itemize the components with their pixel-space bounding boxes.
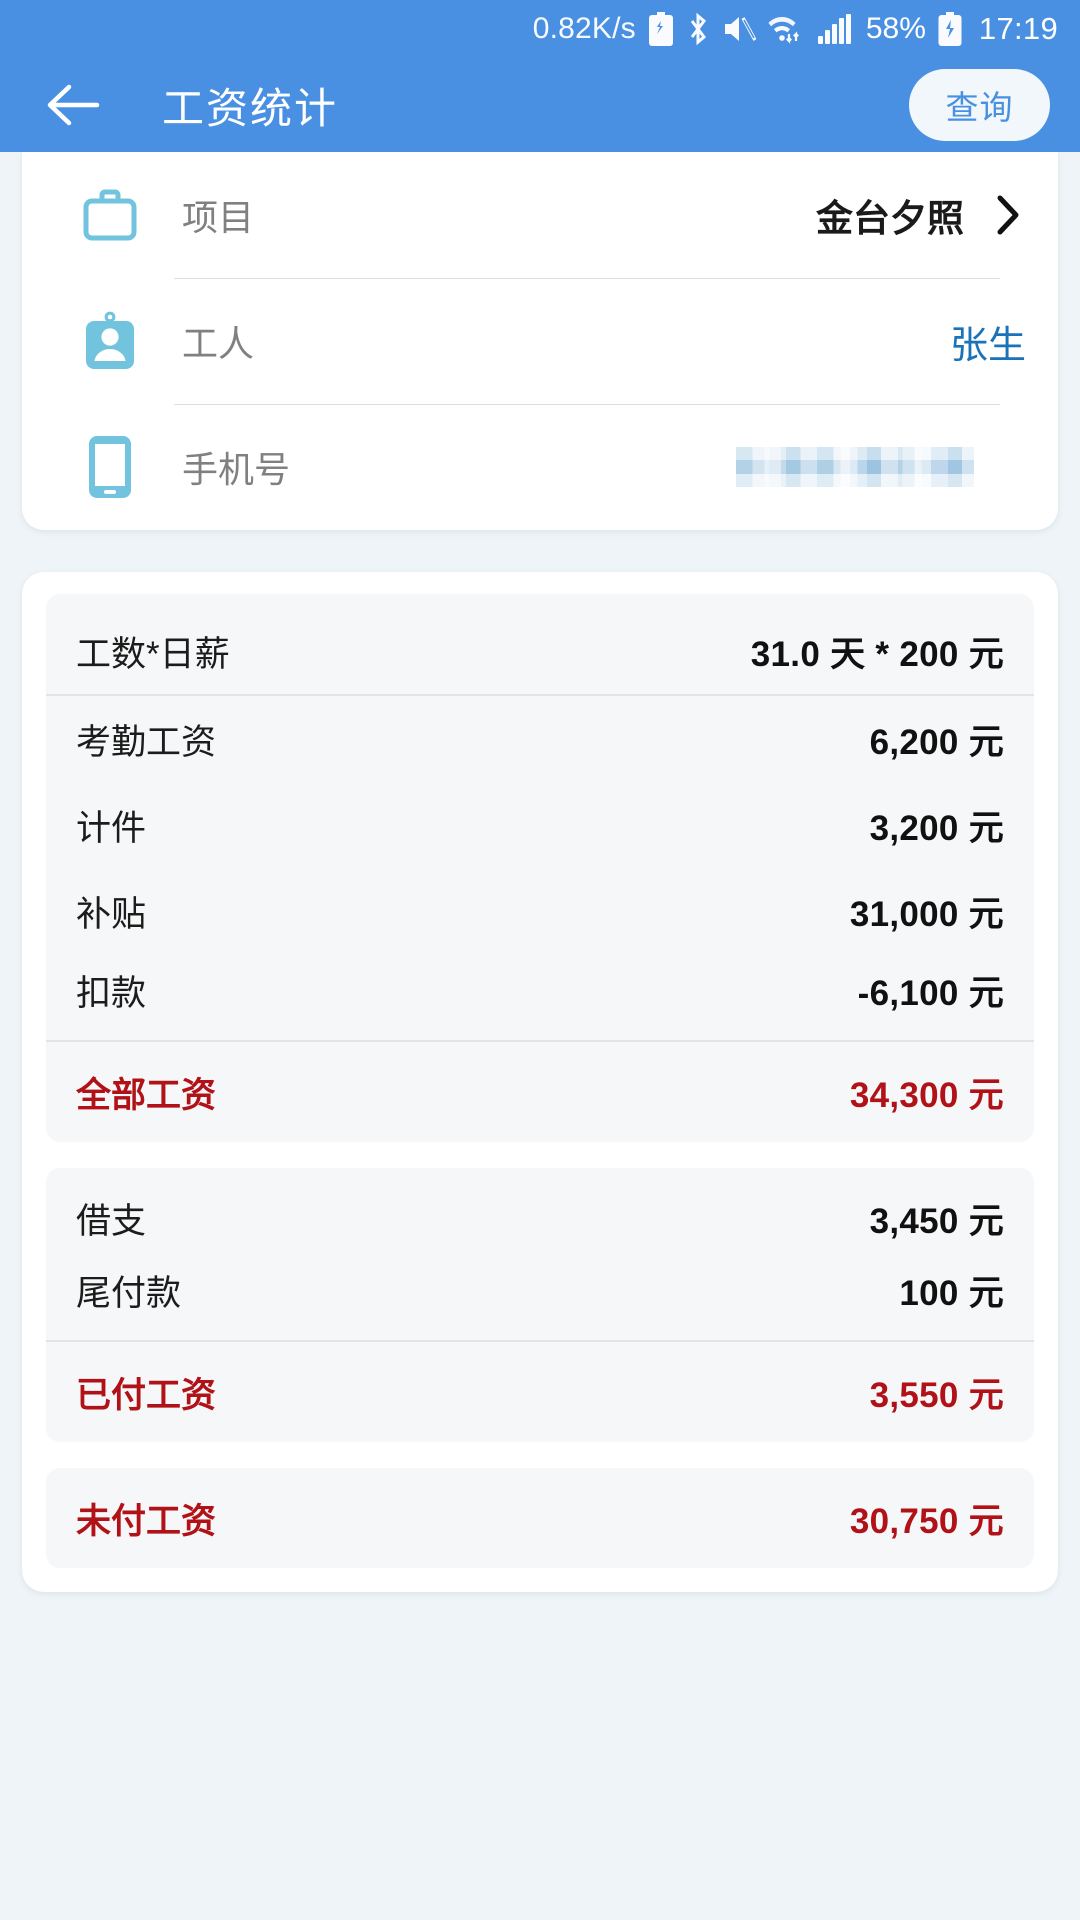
salary-block-paid: 借支 3,450 元 尾付款 100 元 已付工资 3,550 元 [46,1168,1034,1442]
advance-label: 借支 [76,1201,147,1241]
unpaid-salary-label: 未付工资 [76,1501,217,1541]
total-salary-value: 34,300 元 [849,1075,1004,1115]
status-bar: 0.82K/s 58% 17:19 [0,0,1080,58]
subsidy-row: 补贴 31,000 元 [46,868,1034,954]
paid-salary-label: 已付工资 [76,1375,217,1415]
workdays-rate-label: 工数*日薪 [76,634,230,674]
back-arrow-icon[interactable] [44,76,102,134]
briefcase-icon [74,187,146,243]
workdays-rate-value: 31.0 天 * 200 元 [750,634,1004,674]
subsidy-value: 31,000 元 [849,894,1004,934]
app-bar: 工资统计 查询 [0,58,1080,152]
deduction-label: 扣款 [76,973,147,1013]
deduction-row: 扣款 -6,100 元 [46,954,1034,1040]
network-speed-label: 0.82K/s [532,12,636,45]
unpaid-salary-value: 30,750 元 [849,1501,1004,1541]
battery-charging-icon [938,12,962,46]
query-button[interactable]: 查询 [909,69,1050,141]
total-salary-row: 全部工资 34,300 元 [46,1042,1034,1142]
total-salary-label: 全部工资 [76,1075,217,1115]
project-value: 金台夕照 [816,198,964,239]
piecework-label: 计件 [76,808,147,848]
worker-row[interactable]: 工人 张生 [50,278,1030,404]
worker-info-card: 项目 金台夕照 工人 张生 手机号 [22,152,1058,530]
clock-label: 17:19 [978,11,1058,46]
final-payment-label: 尾付款 [76,1273,182,1313]
wifi-icon [768,13,806,45]
salary-block-unpaid: 未付工资 30,750 元 [46,1468,1034,1568]
attendance-salary-label: 考勤工资 [76,722,217,762]
advance-row: 借支 3,450 元 [46,1168,1034,1254]
phone-row[interactable]: 手机号 [50,404,1030,530]
phone-value-redacted [736,447,974,487]
unpaid-salary-row: 未付工资 30,750 元 [46,1468,1034,1568]
workdays-rate-row: 工数*日薪 31.0 天 * 200 元 [46,594,1034,694]
project-label: 项目 [182,197,255,238]
content-scroll-area[interactable]: 项目 金台夕照 工人 张生 手机号 工数*日薪 31.0 天 * 200 元 考… [0,152,1080,1920]
attendance-salary-row: 考勤工资 6,200 元 [46,696,1034,782]
final-payment-row: 尾付款 100 元 [46,1254,1034,1340]
salary-stats-card: 工数*日薪 31.0 天 * 200 元 考勤工资 6,200 元 计件 3,2… [22,572,1058,1592]
piecework-row: 计件 3,200 元 [46,782,1034,868]
final-payment-value: 100 元 [899,1273,1004,1313]
project-row[interactable]: 项目 金台夕照 [50,152,1030,278]
id-badge-icon [74,311,146,371]
page-title: 工资统计 [162,84,339,132]
chevron-right-icon[interactable] [986,194,1030,236]
mute-icon [722,13,756,45]
phone-label: 手机号 [182,449,291,490]
paid-salary-value: 3,550 元 [869,1375,1004,1415]
advance-value: 3,450 元 [869,1201,1004,1241]
worker-value[interactable]: 张生 [950,314,1026,369]
bluetooth-icon [686,12,710,46]
deduction-value: -6,100 元 [857,973,1004,1013]
phone-icon [74,434,146,500]
piecework-value: 3,200 元 [869,808,1004,848]
battery-saver-icon [648,12,674,46]
signal-icon [817,14,852,44]
subsidy-label: 补贴 [76,894,147,934]
worker-label: 工人 [182,323,255,364]
attendance-salary-value: 6,200 元 [869,722,1004,762]
battery-percent-label: 58% [865,12,926,45]
salary-block-earnings: 工数*日薪 31.0 天 * 200 元 考勤工资 6,200 元 计件 3,2… [46,594,1034,1142]
paid-salary-row: 已付工资 3,550 元 [46,1342,1034,1442]
